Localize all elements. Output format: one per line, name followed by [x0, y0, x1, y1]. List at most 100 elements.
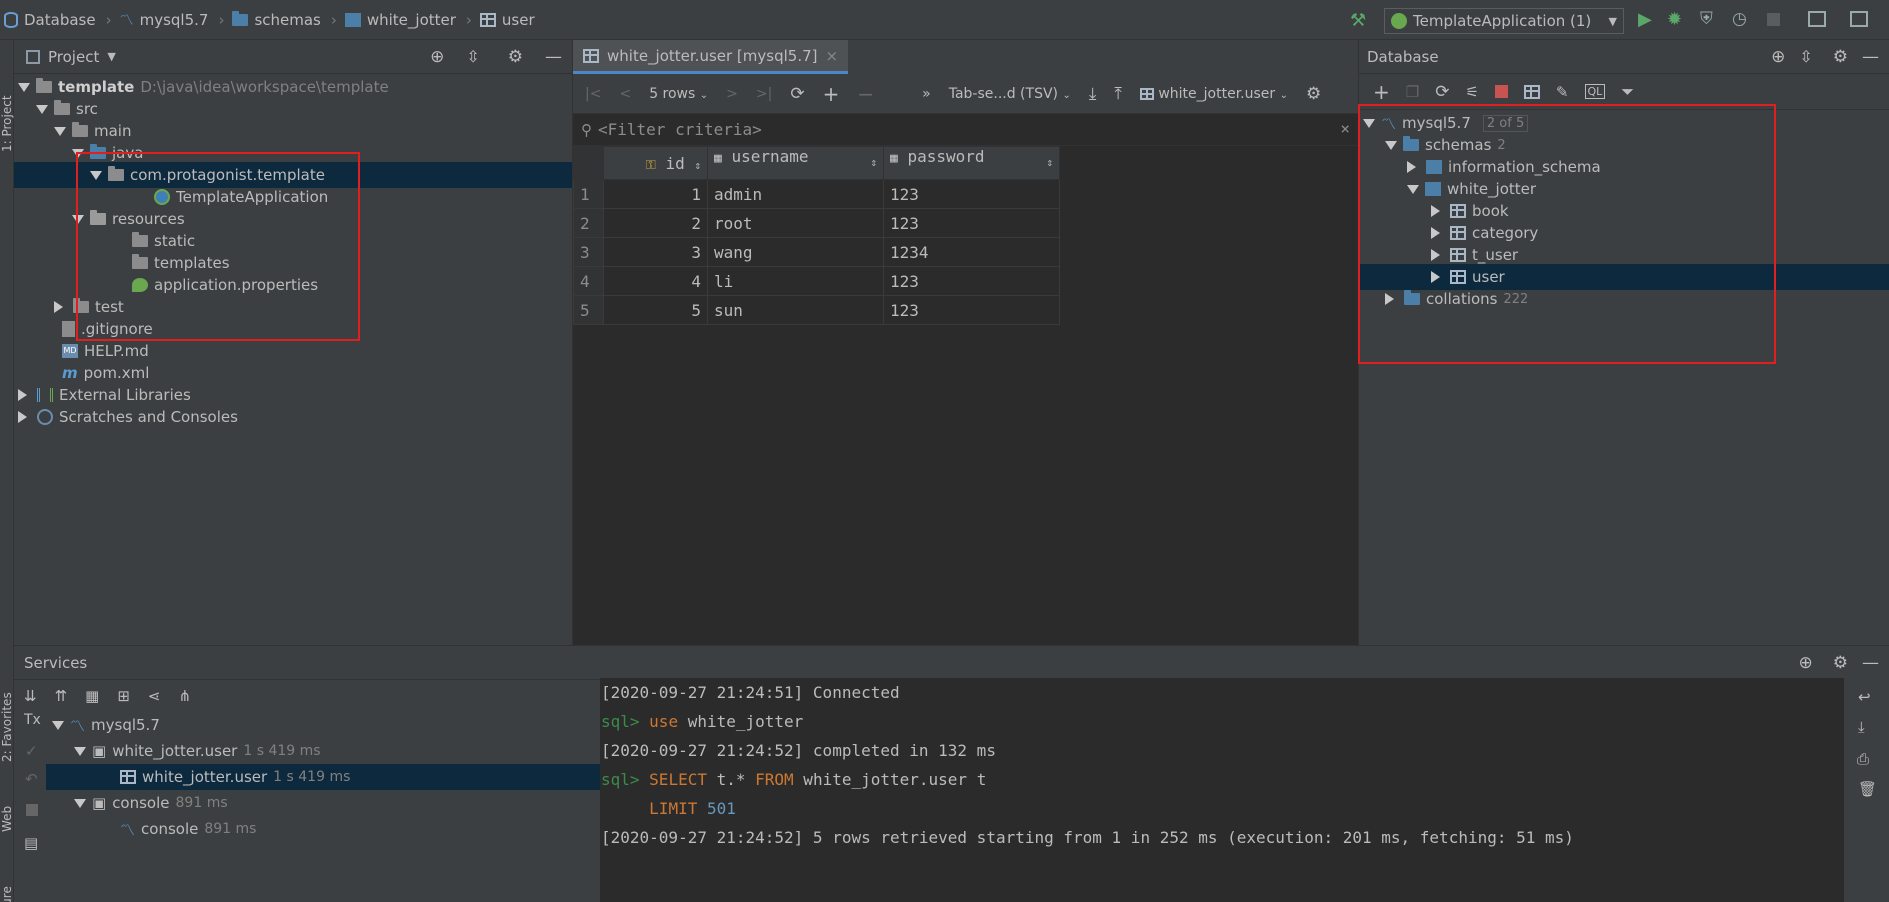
download-icon[interactable]: ⤓ — [1089, 84, 1097, 104]
expand-arrow-icon[interactable] — [1385, 140, 1397, 150]
refresh-icon[interactable]: ⟳ — [1435, 82, 1449, 102]
project-view-select[interactable]: Project — [48, 48, 99, 66]
locate-icon[interactable]: ⊕ — [430, 47, 444, 67]
coverage-icon[interactable]: ⛨ — [1700, 9, 1713, 29]
breadcrumb-schemas[interactable]: schemas — [232, 10, 321, 29]
column-header-password[interactable]: ▦ password ⇕ — [883, 146, 1060, 180]
target-table-select[interactable]: white_jotter.user ⌄ — [1139, 86, 1288, 102]
cell-id[interactable]: 4 — [603, 266, 708, 296]
structure-tool-button[interactable]: Structure — [0, 886, 14, 902]
tab-white-jotter-user[interactable]: white_jotter.user [mysql5.7] × — [573, 40, 849, 74]
expand-arrow-icon[interactable] — [36, 104, 48, 114]
copy-icon[interactable]: ❐ — [1406, 83, 1419, 101]
collapse-arrow-icon[interactable] — [18, 389, 27, 401]
upload-icon[interactable]: ⤒ — [1114, 84, 1122, 104]
cell-id[interactable]: 2 — [603, 208, 708, 238]
print-icon[interactable]: ⎙ — [1857, 750, 1869, 768]
cell-password[interactable]: 1234 — [883, 237, 1060, 267]
more-icon[interactable]: » — [922, 86, 931, 102]
cell-password[interactable]: 123 — [883, 208, 1060, 238]
table-row[interactable]: 4 4 li 123 — [573, 266, 1060, 296]
cell-password[interactable]: 123 — [883, 266, 1060, 296]
new-service-icon[interactable]: ⊞ — [117, 687, 130, 705]
table-row[interactable]: 3 3 wang 1234 — [573, 237, 1060, 267]
tx-mode-select[interactable]: Tx — [24, 712, 41, 728]
project-structure-icon[interactable] — [1808, 11, 1826, 27]
cell-username[interactable]: admin — [707, 179, 884, 209]
cell-username[interactable]: sun — [707, 295, 884, 325]
collapse-arrow-icon[interactable] — [18, 411, 27, 423]
expand-all-icon[interactable]: ⇊ — [24, 687, 37, 705]
terminal-icon[interactable] — [1850, 11, 1868, 27]
tree-item-collations[interactable]: collations 222 — [1385, 286, 1528, 312]
table-row[interactable]: 2 2 root 123 — [573, 208, 1060, 238]
console-output[interactable]: [2020-09-27 21:24:51] Connected sql> use… — [600, 678, 1844, 902]
expand-arrow-icon[interactable] — [72, 214, 84, 224]
project-tool-button[interactable]: 1: Project — [0, 95, 14, 152]
soft-wrap-icon[interactable]: ↩ — [1858, 688, 1871, 706]
edit-icon[interactable]: ✎ — [1556, 83, 1569, 101]
rows-count-select[interactable]: 5 rows ⌄ — [649, 86, 708, 102]
collapse-arrow-icon[interactable] — [1431, 271, 1440, 283]
minimize-icon[interactable]: — — [1862, 653, 1879, 673]
breadcrumb-datasource[interactable]: 〽 mysql5.7 — [120, 10, 209, 30]
minimize-icon[interactable]: — — [1862, 47, 1879, 67]
cell-password[interactable]: 123 — [883, 295, 1060, 325]
favorites-tool-button[interactable]: 2: Favorites — [0, 692, 14, 762]
collapse-arrow-icon[interactable] — [1431, 227, 1440, 239]
cell-id[interactable]: 5 — [603, 295, 708, 325]
service-item-session[interactable]: ▣ white_jotter.user 1 s 419 ms — [74, 738, 321, 764]
close-icon[interactable]: × — [825, 47, 838, 65]
settings-gear-icon[interactable]: ⚙ — [1833, 653, 1848, 673]
locate-icon[interactable]: ⊕ — [1799, 653, 1813, 673]
rollback-icon[interactable]: ↶ — [25, 770, 38, 788]
settings-gear-icon[interactable]: ⚙ — [1306, 84, 1321, 104]
schema-sync-icon[interactable]: ⚟ — [1465, 83, 1478, 101]
filter-icon[interactable]: ⏷ — [1621, 82, 1634, 102]
expand-arrow-icon[interactable] — [1363, 118, 1375, 128]
minimize-icon[interactable]: — — [545, 47, 562, 67]
expand-arrow-icon[interactable] — [90, 170, 102, 180]
stop-icon[interactable] — [1767, 13, 1780, 26]
cell-id[interactable]: 3 — [603, 237, 708, 267]
run-configuration-select[interactable]: TemplateApplication (1) ▼ — [1384, 8, 1624, 34]
stop-icon[interactable] — [1494, 85, 1508, 98]
profile-icon[interactable]: ◷ — [1732, 9, 1747, 29]
previous-page-icon[interactable]: < — [619, 86, 631, 102]
commit-icon[interactable]: ✓ — [25, 742, 38, 760]
expand-arrow-icon[interactable] — [54, 126, 66, 136]
cell-id[interactable]: 1 — [603, 179, 708, 209]
expand-arrow-icon[interactable] — [74, 798, 86, 808]
collapse-arrow-icon[interactable] — [54, 301, 63, 313]
cell-password[interactable]: 123 — [883, 179, 1060, 209]
collapse-arrow-icon[interactable] — [1431, 205, 1440, 217]
service-item-query[interactable]: white_jotter.user 1 s 419 ms — [46, 764, 614, 790]
console-icon[interactable]: QL — [1584, 84, 1606, 99]
breadcrumb-database[interactable]: Database — [4, 11, 96, 29]
add-row-icon[interactable]: + — [823, 82, 840, 106]
run-icon[interactable]: ▶ — [1638, 9, 1652, 30]
last-page-icon[interactable]: >| — [756, 86, 772, 102]
column-header-username[interactable]: ▦ username ⇕ — [707, 146, 884, 180]
expand-arrow-icon[interactable] — [52, 720, 64, 730]
service-item-mysql57[interactable]: 〽 mysql5.7 — [52, 712, 160, 738]
web-tool-button[interactable]: Web — [0, 806, 14, 832]
collapse-all-icon[interactable]: ⇳ — [1799, 47, 1812, 66]
build-hammer-icon[interactable]: ⚒ — [1350, 10, 1366, 31]
collapse-arrow-icon[interactable] — [1431, 249, 1440, 261]
expand-arrow-icon[interactable] — [18, 82, 30, 92]
share-icon[interactable]: ⋖ — [148, 687, 161, 705]
expand-arrow-icon[interactable] — [74, 746, 86, 756]
clear-filter-icon[interactable]: × — [1340, 119, 1350, 138]
table-row[interactable]: 5 5 sun 123 — [573, 295, 1060, 325]
debug-icon[interactable]: ✹ — [1667, 9, 1682, 30]
cell-username[interactable]: wang — [707, 237, 884, 267]
filter-criteria-input[interactable]: <Filter criteria> — [598, 120, 762, 139]
delete-row-icon[interactable]: − — [857, 82, 874, 106]
filter-bar[interactable]: ⚲ <Filter criteria> × — [573, 114, 1358, 146]
sort-icon[interactable]: ⇕ — [694, 159, 701, 172]
group-by-icon[interactable]: ▦ — [85, 687, 99, 705]
settings-gear-icon[interactable]: ⚙ — [508, 47, 523, 67]
collapse-arrow-icon[interactable] — [1407, 161, 1416, 173]
expand-arrow-icon[interactable] — [72, 148, 84, 158]
